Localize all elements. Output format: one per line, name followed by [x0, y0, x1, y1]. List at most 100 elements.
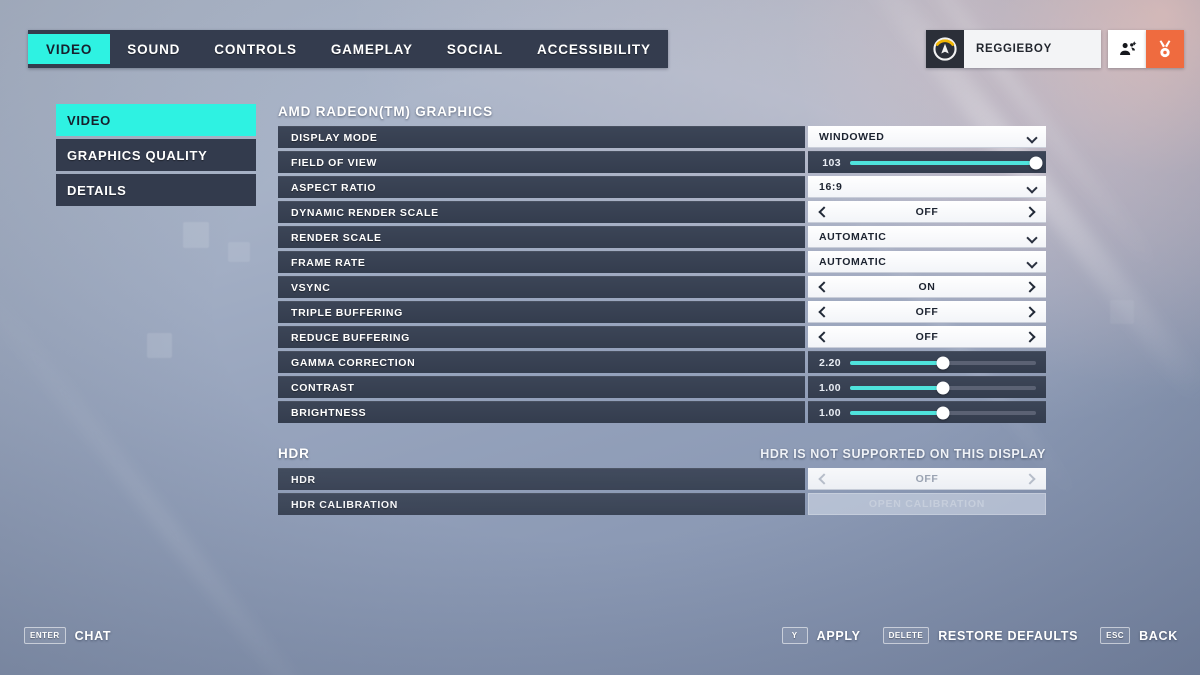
account-name-box[interactable]: REGGIEBOY — [926, 30, 1101, 68]
chevron-down-icon — [1028, 233, 1037, 242]
footer-hint[interactable]: DELETE RESTORE DEFAULTS — [882, 627, 1079, 644]
slider-knob[interactable] — [936, 356, 950, 369]
chevron-left-icon[interactable] — [817, 281, 827, 293]
chevron-left-icon[interactable] — [817, 306, 827, 318]
player-name: REGGIEBOY — [976, 43, 1052, 55]
video-settings-list: DISPLAY MODE WINDOWED FIELD OF VIEW 103 ASPE… — [278, 126, 1046, 423]
chevron-down-icon — [1028, 133, 1037, 142]
slider-fill — [850, 160, 1036, 165]
setting-row: BRIGHTNESS 1.00 — [278, 401, 1046, 423]
section-title: AMD RADEON(TM) GRAPHICS — [278, 104, 493, 119]
tab-sound[interactable]: SOUND — [110, 30, 197, 68]
dropdown-aspect-ratio[interactable]: 16:9 — [808, 176, 1046, 198]
overwatch-logo-icon — [926, 30, 964, 68]
chevron-left-icon — [817, 473, 827, 485]
setting-row: GAMMA CORRECTION 2.20 — [278, 351, 1046, 373]
tab-gameplay[interactable]: GAMEPLAY — [314, 30, 430, 68]
footer-hint[interactable]: ENTER CHAT — [24, 627, 111, 644]
setting-label: FIELD OF VIEW — [278, 151, 805, 173]
setting-row: FRAME RATE AUTOMATIC — [278, 251, 1046, 273]
dropdown-frame-rate[interactable]: AUTOMATIC — [808, 251, 1046, 273]
chevron-right-icon[interactable] — [1027, 331, 1037, 343]
slider-knob[interactable] — [936, 406, 950, 419]
setting-row: FIELD OF VIEW 103 — [278, 151, 1046, 173]
hdr-section-title: HDR — [278, 446, 310, 461]
setting-control: OFF — [808, 201, 1046, 223]
slider-track[interactable] — [850, 156, 1043, 169]
setting-control: 16:9 — [808, 176, 1046, 198]
setting-control: 2.20 — [808, 351, 1046, 373]
slider-knob[interactable] — [936, 381, 950, 394]
chevron-down-icon — [1028, 258, 1037, 267]
dropdown-value: AUTOMATIC — [819, 231, 887, 243]
stepper-value: OFF — [915, 306, 939, 318]
sidebar-item-graphics-quality[interactable]: GRAPHICS QUALITY — [56, 139, 256, 171]
slider-track[interactable] — [850, 356, 1036, 369]
stepper-value: ON — [918, 281, 936, 293]
chevron-down-icon — [1028, 183, 1037, 192]
setting-label: CONTRAST — [278, 376, 805, 398]
slider-contrast[interactable]: 1.00 — [808, 376, 1046, 398]
key-badge: DELETE — [882, 627, 930, 644]
setting-control: 103 — [808, 151, 1046, 173]
slider-knob[interactable] — [1029, 156, 1043, 169]
setting-row: RENDER SCALE AUTOMATIC — [278, 226, 1046, 248]
stepper-vsync[interactable]: ON — [808, 276, 1046, 298]
slider-fill — [850, 410, 943, 415]
tab-controls[interactable]: CONTROLS — [197, 30, 314, 68]
tab-video[interactable]: VIDEO — [28, 34, 111, 64]
dropdown-render-scale[interactable]: AUTOMATIC — [808, 226, 1046, 248]
sidebar-item-details[interactable]: DETAILS — [56, 174, 256, 206]
slider-gamma-correction[interactable]: 2.20 — [808, 351, 1046, 373]
settings-tab-bar: VIDEO SOUND CONTROLS GAMEPLAY SOCIAL ACCESSIB… — [28, 30, 668, 68]
stepper-hdr: OFF — [808, 468, 1046, 490]
slider-value: 103 — [822, 156, 841, 169]
dropdown-value: WINDOWED — [819, 131, 885, 143]
setting-label: HDR — [278, 468, 805, 490]
slider-track[interactable] — [850, 381, 1036, 394]
slider-brightness[interactable]: 1.00 — [808, 401, 1046, 423]
setting-label: ASPECT RATIO — [278, 176, 805, 198]
sidebar-item-video[interactable]: VIDEO — [56, 104, 256, 136]
footer-hint-bar: ENTER CHAT Y APPLY DELETE RESTORE DEFAULTS ES… — [0, 627, 1200, 651]
stepper-value: OFF — [915, 473, 939, 485]
chevron-left-icon[interactable] — [817, 206, 827, 218]
setting-control: AUTOMATIC — [808, 226, 1046, 248]
setting-label: RENDER SCALE — [278, 226, 805, 248]
setting-control: OFF — [808, 468, 1046, 490]
stepper-triple-buffering[interactable]: OFF — [808, 301, 1046, 323]
slider-value: 1.00 — [818, 406, 841, 419]
chevron-right-icon[interactable] — [1027, 281, 1037, 293]
chevron-right-icon[interactable] — [1027, 306, 1037, 318]
slider-fill — [850, 360, 943, 365]
footer-left-hints: ENTER CHAT — [24, 627, 111, 644]
stepper-dynamic-render-scale[interactable]: OFF — [808, 201, 1046, 223]
footer-hint[interactable]: ESC BACK — [1100, 627, 1178, 644]
tab-social[interactable]: SOCIAL — [430, 30, 520, 68]
dropdown-display-mode[interactable]: WINDOWED — [808, 126, 1046, 148]
footer-hint[interactable]: Y APPLY — [781, 627, 861, 644]
setting-label: FRAME RATE — [278, 251, 805, 273]
setting-control: OPEN CALIBRATION — [808, 493, 1046, 515]
setting-control: OFF — [808, 326, 1046, 348]
setting-row: HDR CALIBRATION OPEN CALIBRATION — [278, 493, 1046, 515]
chevron-right-icon[interactable] — [1027, 206, 1037, 218]
setting-label: REDUCE BUFFERING — [278, 326, 805, 348]
slider-field-of-view[interactable]: 103 — [808, 151, 1046, 173]
hint-label: RESTORE DEFAULTS — [938, 628, 1079, 643]
tab-accessibility[interactable]: ACCESSIBILITY — [520, 30, 668, 68]
setting-control: WINDOWED — [808, 126, 1046, 148]
setting-control: 1.00 — [808, 401, 1046, 423]
setting-row: REDUCE BUFFERING OFF — [278, 326, 1046, 348]
group-social-icon[interactable] — [1108, 30, 1146, 68]
setting-label: HDR CALIBRATION — [278, 493, 805, 515]
slider-track[interactable] — [850, 406, 1036, 419]
hdr-settings-list: HDR OFF HDR CALIBRATION OPEN CALIBRATION — [278, 468, 1046, 515]
setting-control: AUTOMATIC — [808, 251, 1046, 273]
footer-right-hints: Y APPLY DELETE RESTORE DEFAULTS ESC BACK — [781, 627, 1178, 644]
chevron-left-icon[interactable] — [817, 331, 827, 343]
slider-value: 1.00 — [818, 381, 841, 394]
stepper-reduce-buffering[interactable]: OFF — [808, 326, 1046, 348]
open-calibration-button: OPEN CALIBRATION — [808, 493, 1046, 515]
medal-icon[interactable] — [1146, 30, 1184, 68]
